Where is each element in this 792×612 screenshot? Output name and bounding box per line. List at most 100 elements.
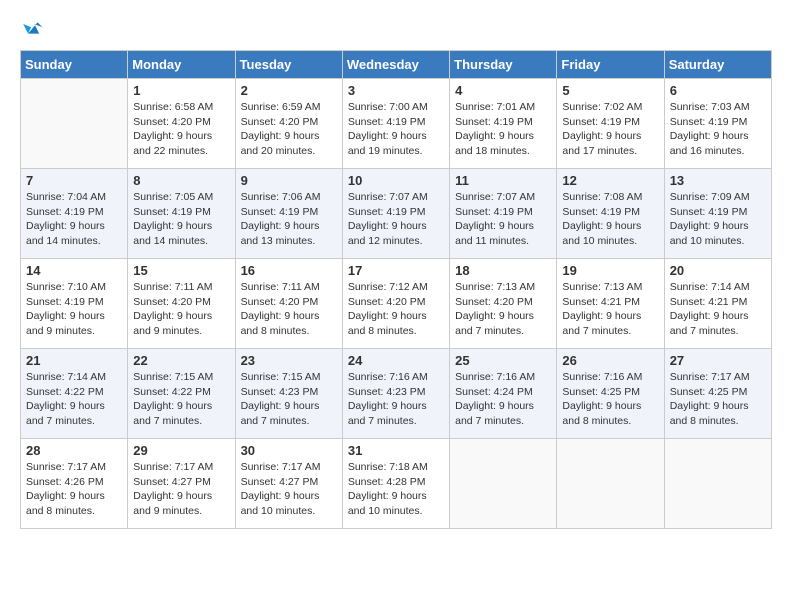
calendar-day-cell: [557, 439, 664, 529]
calendar-day-cell: [450, 439, 557, 529]
day-info: Sunrise: 7:13 AMSunset: 4:21 PMDaylight:…: [562, 280, 658, 339]
day-number: 20: [670, 263, 766, 278]
calendar-week-row: 28 Sunrise: 7:17 AMSunset: 4:26 PMDayligh…: [21, 439, 772, 529]
day-info: Sunrise: 7:10 AMSunset: 4:19 PMDaylight:…: [26, 280, 122, 339]
day-number: 6: [670, 83, 766, 98]
calendar-day-header: Saturday: [664, 51, 771, 79]
day-number: 22: [133, 353, 229, 368]
calendar-day-cell: 12 Sunrise: 7:08 AMSunset: 4:19 PMDayligh…: [557, 169, 664, 259]
calendar-day-header: Monday: [128, 51, 235, 79]
calendar-week-row: 21Sunrise: 7:14 AMSunset: 4:22 PMDayligh…: [21, 349, 772, 439]
day-number: 12: [562, 173, 658, 188]
day-info: Sunrise: 7:06 AMSunset: 4:19 PMDaylight:…: [241, 190, 337, 249]
calendar-day-cell: 1 Sunrise: 6:58 AMSunset: 4:20 PMDaylight…: [128, 79, 235, 169]
day-number: 15: [133, 263, 229, 278]
day-info: Sunrise: 7:01 AMSunset: 4:19 PMDaylight:…: [455, 100, 551, 159]
calendar-day-cell: 6 Sunrise: 7:03 AMSunset: 4:19 PMDaylight…: [664, 79, 771, 169]
calendar-day-cell: 29 Sunrise: 7:17 AMSunset: 4:27 PMDayligh…: [128, 439, 235, 529]
day-number: 24: [348, 353, 444, 368]
calendar-day-cell: 26 Sunrise: 7:16 AMSunset: 4:25 PMDayligh…: [557, 349, 664, 439]
calendar-day-header: Tuesday: [235, 51, 342, 79]
day-number: 30: [241, 443, 337, 458]
calendar-day-cell: 19 Sunrise: 7:13 AMSunset: 4:21 PMDayligh…: [557, 259, 664, 349]
calendar-day-cell: 21Sunrise: 7:14 AMSunset: 4:22 PMDayligh…: [21, 349, 128, 439]
calendar-week-row: 1 Sunrise: 6:58 AMSunset: 4:20 PMDaylight…: [21, 79, 772, 169]
calendar-day-cell: 28 Sunrise: 7:17 AMSunset: 4:26 PMDayligh…: [21, 439, 128, 529]
day-number: 18: [455, 263, 551, 278]
day-info: Sunrise: 7:16 AMSunset: 4:25 PMDaylight:…: [562, 370, 658, 429]
day-info: Sunrise: 7:03 AMSunset: 4:19 PMDaylight:…: [670, 100, 766, 159]
calendar-day-cell: 8 Sunrise: 7:05 AMSunset: 4:19 PMDaylight…: [128, 169, 235, 259]
day-info: Sunrise: 7:08 AMSunset: 4:19 PMDaylight:…: [562, 190, 658, 249]
day-info: Sunrise: 7:17 AMSunset: 4:26 PMDaylight:…: [26, 460, 122, 519]
logo-icon: [20, 16, 44, 40]
calendar-day-cell: [21, 79, 128, 169]
calendar-day-cell: 13 Sunrise: 7:09 AMSunset: 4:19 PMDayligh…: [664, 169, 771, 259]
calendar-day-cell: 11Sunrise: 7:07 AMSunset: 4:19 PMDayligh…: [450, 169, 557, 259]
day-number: 19: [562, 263, 658, 278]
day-number: 29: [133, 443, 229, 458]
day-number: 25: [455, 353, 551, 368]
day-info: Sunrise: 7:17 AMSunset: 4:27 PMDaylight:…: [241, 460, 337, 519]
day-number: 1: [133, 83, 229, 98]
calendar-day-header: Friday: [557, 51, 664, 79]
day-number: 13: [670, 173, 766, 188]
day-info: Sunrise: 7:17 AMSunset: 4:25 PMDaylight:…: [670, 370, 766, 429]
day-number: 11: [455, 173, 551, 188]
day-number: 7: [26, 173, 122, 188]
day-number: 27: [670, 353, 766, 368]
day-number: 2: [241, 83, 337, 98]
calendar-day-header: Thursday: [450, 51, 557, 79]
day-number: 10: [348, 173, 444, 188]
day-info: Sunrise: 7:04 AMSunset: 4:19 PMDaylight:…: [26, 190, 122, 249]
day-info: Sunrise: 7:14 AMSunset: 4:21 PMDaylight:…: [670, 280, 766, 339]
day-info: Sunrise: 7:07 AMSunset: 4:19 PMDaylight:…: [348, 190, 444, 249]
day-info: Sunrise: 7:17 AMSunset: 4:27 PMDaylight:…: [133, 460, 229, 519]
day-number: 21: [26, 353, 122, 368]
calendar-week-row: 14Sunrise: 7:10 AMSunset: 4:19 PMDayligh…: [21, 259, 772, 349]
day-info: Sunrise: 7:18 AMSunset: 4:28 PMDaylight:…: [348, 460, 444, 519]
calendar-day-cell: 7 Sunrise: 7:04 AMSunset: 4:19 PMDaylight…: [21, 169, 128, 259]
day-info: Sunrise: 7:02 AMSunset: 4:19 PMDaylight:…: [562, 100, 658, 159]
day-number: 9: [241, 173, 337, 188]
calendar-day-cell: 24Sunrise: 7:16 AMSunset: 4:23 PMDayligh…: [342, 349, 449, 439]
day-number: 16: [241, 263, 337, 278]
calendar-day-cell: 9 Sunrise: 7:06 AMSunset: 4:19 PMDaylight…: [235, 169, 342, 259]
day-info: Sunrise: 7:15 AMSunset: 4:23 PMDaylight:…: [241, 370, 337, 429]
day-number: 28: [26, 443, 122, 458]
calendar-header-row: SundayMondayTuesdayWednesdayThursdayFrid…: [21, 51, 772, 79]
day-number: 8: [133, 173, 229, 188]
day-info: Sunrise: 7:05 AMSunset: 4:19 PMDaylight:…: [133, 190, 229, 249]
calendar-day-cell: 20 Sunrise: 7:14 AMSunset: 4:21 PMDayligh…: [664, 259, 771, 349]
day-info: Sunrise: 7:16 AMSunset: 4:24 PMDaylight:…: [455, 370, 551, 429]
day-info: Sunrise: 7:11 AMSunset: 4:20 PMDaylight:…: [241, 280, 337, 339]
day-info: Sunrise: 7:12 AMSunset: 4:20 PMDaylight:…: [348, 280, 444, 339]
day-number: 5: [562, 83, 658, 98]
day-number: 17: [348, 263, 444, 278]
calendar-day-cell: 17 Sunrise: 7:12 AMSunset: 4:20 PMDayligh…: [342, 259, 449, 349]
day-info: Sunrise: 7:15 AMSunset: 4:22 PMDaylight:…: [133, 370, 229, 429]
calendar-day-cell: 14Sunrise: 7:10 AMSunset: 4:19 PMDayligh…: [21, 259, 128, 349]
calendar-day-cell: 18 Sunrise: 7:13 AMSunset: 4:20 PMDayligh…: [450, 259, 557, 349]
calendar-day-header: Wednesday: [342, 51, 449, 79]
day-info: Sunrise: 6:58 AMSunset: 4:20 PMDaylight:…: [133, 100, 229, 159]
calendar-day-cell: 10 Sunrise: 7:07 AMSunset: 4:19 PMDayligh…: [342, 169, 449, 259]
day-info: Sunrise: 6:59 AMSunset: 4:20 PMDaylight:…: [241, 100, 337, 159]
page-header: [20, 16, 772, 40]
calendar-day-cell: 27 Sunrise: 7:17 AMSunset: 4:25 PMDayligh…: [664, 349, 771, 439]
day-number: 3: [348, 83, 444, 98]
day-info: Sunrise: 7:13 AMSunset: 4:20 PMDaylight:…: [455, 280, 551, 339]
calendar-day-cell: 16 Sunrise: 7:11 AMSunset: 4:20 PMDayligh…: [235, 259, 342, 349]
day-number: 23: [241, 353, 337, 368]
day-number: 4: [455, 83, 551, 98]
calendar-day-cell: 15Sunrise: 7:11 AMSunset: 4:20 PMDayligh…: [128, 259, 235, 349]
logo: [20, 16, 48, 40]
calendar-day-cell: 31Sunrise: 7:18 AMSunset: 4:28 PMDayligh…: [342, 439, 449, 529]
day-info: Sunrise: 7:09 AMSunset: 4:19 PMDaylight:…: [670, 190, 766, 249]
calendar-day-cell: 22 Sunrise: 7:15 AMSunset: 4:22 PMDayligh…: [128, 349, 235, 439]
calendar-day-cell: 25 Sunrise: 7:16 AMSunset: 4:24 PMDayligh…: [450, 349, 557, 439]
calendar-week-row: 7 Sunrise: 7:04 AMSunset: 4:19 PMDaylight…: [21, 169, 772, 259]
calendar-day-cell: 4 Sunrise: 7:01 AMSunset: 4:19 PMDaylight…: [450, 79, 557, 169]
calendar: SundayMondayTuesdayWednesdayThursdayFrid…: [20, 50, 772, 529]
day-number: 26: [562, 353, 658, 368]
